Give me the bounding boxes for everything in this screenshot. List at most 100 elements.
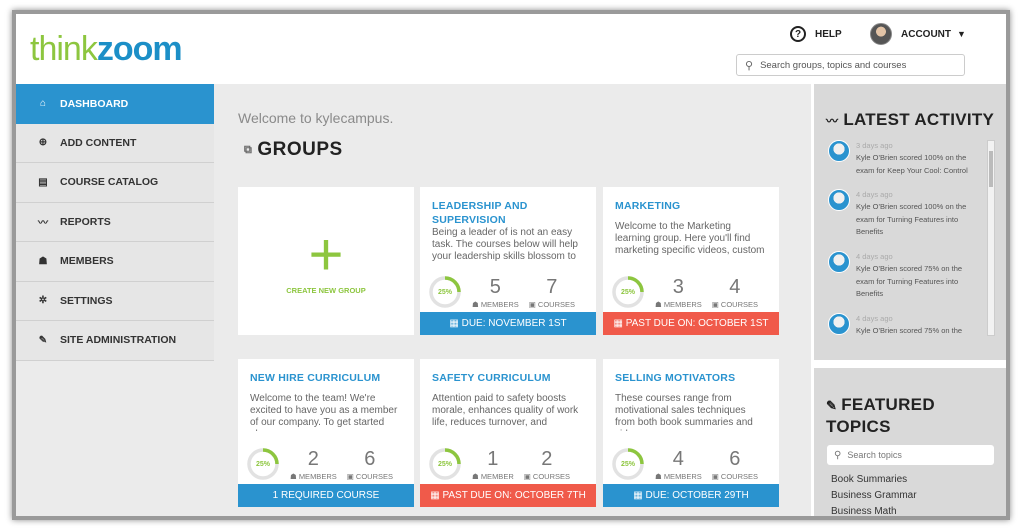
activity-line: Kyle O'Brien scored 100% on the — [856, 202, 967, 212]
logo-area[interactable]: thinkzoom — [16, 14, 214, 84]
topic-link[interactable]: Business Math — [831, 506, 897, 516]
chart-icon: 〰 — [38, 218, 48, 230]
sidebar-item-members[interactable]: ☗ MEMBERS — [16, 242, 214, 282]
featured-topics-heading: ✎ FEATURED TOPICS — [826, 394, 935, 438]
progress-donut: 25% — [428, 447, 462, 481]
activity-line[interactable]: exam for Turning Features into — [856, 276, 962, 288]
progress-donut: 25% — [246, 447, 280, 481]
activity-item: 4 days ago Kyle O'Brien scored 75% on th… — [828, 313, 988, 338]
group-card[interactable]: LEADERSHIP AND SUPERVISION Being a leade… — [420, 187, 596, 335]
group-title[interactable]: MARKETING — [615, 199, 770, 213]
gear-icon: ✲ — [38, 295, 48, 307]
member-count-value: 2 — [307, 448, 319, 470]
course-count: 7 ▣ COURSES — [529, 277, 575, 309]
user-avatar — [828, 251, 850, 273]
activity-icon: 〰 — [826, 113, 839, 128]
sidebar-item-label: COURSE CATALOG — [60, 176, 159, 189]
due-date-text: PAST DUE ON: OCTOBER 7TH — [442, 490, 586, 501]
activity-text: 3 days ago Kyle O'Brien scored 100% on t… — [856, 140, 968, 177]
global-search-input[interactable]: ⚲ Search groups, topics and courses — [736, 54, 965, 76]
activity-item: 4 days ago Kyle O'Brien scored 75% on th… — [828, 251, 988, 301]
sidebar-item-label: SETTINGS — [60, 294, 113, 307]
sidebar-item-dashboard[interactable]: ⌂ DASHBOARD — [16, 84, 214, 124]
course-count: 2 ▣ COURSES — [524, 449, 570, 481]
scrollbar-thumb[interactable] — [989, 151, 993, 187]
course-count-label: ▣ COURSES — [523, 472, 570, 481]
sidebar-item-course-catalog[interactable]: ▤ COURSE CATALOG — [16, 163, 214, 203]
progress-donut: 25% — [611, 275, 645, 309]
calendar-icon: ▦ — [613, 318, 626, 329]
activity-line[interactable]: Benefits — [856, 288, 962, 300]
course-count-value: 6 — [729, 448, 741, 470]
group-card[interactable]: SAFETY CURRICULUM Attention paid to safe… — [420, 359, 596, 507]
group-card[interactable]: MARKETING Welcome to the Marketing learn… — [603, 187, 779, 335]
global-search-placeholder: Search groups, topics and courses — [760, 59, 907, 71]
courses-text: COURSES — [355, 472, 393, 481]
course-count-label: ▣ COURSES — [528, 300, 575, 309]
member-count-label: ☗ MEMBERS — [655, 300, 702, 309]
activity-scrollbar[interactable] — [987, 140, 995, 336]
activity-text: 4 days ago Kyle O'Brien scored 100% on t… — [856, 189, 966, 239]
panel-separator — [814, 360, 1006, 368]
member-count-label: ☗ MEMBERS — [655, 472, 702, 481]
group-description: Welcome to the team! We're excited to ha… — [250, 393, 398, 431]
search-icon: ⚲ — [745, 59, 754, 72]
sidebar-item-label: REPORTS — [60, 215, 111, 228]
help-button[interactable]: ? HELP — [790, 26, 842, 42]
progress-value: 25% — [620, 460, 635, 468]
group-description: These courses range from motivational sa… — [615, 393, 753, 431]
member-count-label: ☗ MEMBER — [472, 472, 514, 481]
thinkzoom-logo[interactable]: thinkzoom — [30, 32, 183, 66]
sidebar-item-reports[interactable]: 〰 REPORTS — [16, 202, 214, 242]
due-date-bar[interactable]: ▦ PAST DUE ON: OCTOBER 1ST — [603, 312, 779, 335]
group-title[interactable]: LEADERSHIP AND SUPERVISION — [432, 199, 587, 227]
member-count: 1 ☗ MEMBER — [472, 449, 514, 481]
group-stats: 25% 4 ☗ MEMBERS 6 ▣ COURSES — [611, 441, 777, 481]
group-card[interactable]: NEW HIRE CURRICULUM Welcome to the team!… — [238, 359, 414, 507]
group-title[interactable]: SAFETY CURRICULUM — [432, 371, 587, 385]
member-count-label: ☗ MEMBERS — [290, 472, 337, 481]
group-card[interactable]: SELLING MOTIVATORS These courses range f… — [603, 359, 779, 507]
course-count-value: 2 — [541, 448, 553, 470]
sidebar-item-settings[interactable]: ✲ SETTINGS — [16, 281, 214, 321]
activity-line[interactable]: Benefits — [856, 226, 966, 238]
calendar-icon: ▦ — [633, 490, 646, 501]
create-group-card[interactable]: + CREATE NEW GROUP — [238, 187, 414, 335]
member-count-value: 3 — [672, 276, 684, 298]
calendar-icon: ▦ — [430, 490, 443, 501]
member-count-value: 5 — [489, 276, 501, 298]
sidebar-item-site-administration[interactable]: ✎ SITE ADMINISTRATION — [16, 321, 214, 361]
member-count-label: ☗ MEMBERS — [472, 300, 519, 309]
due-date-bar[interactable]: ▦ PAST DUE ON: OCTOBER 7TH — [420, 484, 596, 507]
required-course-text: 1 REQUIRED COURSE — [272, 490, 380, 501]
topic-search-input[interactable]: ⚲ Search topics — [827, 445, 994, 465]
caret-down-icon: ▼ — [957, 29, 966, 39]
due-date-bar[interactable]: ▦ DUE: OCTOBER 29TH — [603, 484, 779, 507]
member-count: 3 ☗ MEMBERS — [655, 277, 702, 309]
topic-link[interactable]: Book Summaries — [831, 474, 907, 485]
group-title[interactable]: NEW HIRE CURRICULUM — [250, 371, 405, 385]
sidebar-item-label: SITE ADMINISTRATION — [60, 334, 177, 347]
app-window: thinkzoom ⌂ DASHBOARD ⊕ ADD CONTENT ▤ CO… — [12, 10, 1010, 520]
course-count-label: ▣ COURSES — [346, 472, 393, 481]
pin-icon: ✎ — [826, 398, 838, 413]
top-header: ? HELP ACCOUNT ▼ ⚲ Search groups, topics… — [214, 14, 1006, 84]
activity-line[interactable]: exam for Turning Features into — [856, 214, 966, 226]
group-description: Being a leader of is not an easy task. T… — [432, 227, 578, 262]
courses-text: COURSES — [720, 472, 758, 481]
featured-title-line1: FEATURED — [841, 395, 935, 414]
progress-value: 25% — [437, 460, 452, 468]
required-course-bar[interactable]: 1 REQUIRED COURSE — [238, 484, 414, 507]
activity-text: 4 days ago Kyle O'Brien scored 75% on th… — [856, 313, 962, 338]
member-count-value: 1 — [487, 448, 499, 470]
group-stats: 25% 5 ☗ MEMBERS 7 ▣ COURSES — [428, 269, 594, 309]
due-date-bar[interactable]: ▦ DUE: NOVEMBER 1ST — [420, 312, 596, 335]
activity-line[interactable]: exam for Keep Your Cool: Control — [856, 165, 968, 177]
group-title[interactable]: SELLING MOTIVATORS — [615, 371, 770, 385]
sidebar-item-add-content[interactable]: ⊕ ADD CONTENT — [16, 123, 214, 163]
activity-item: 4 days ago Kyle O'Brien scored 100% on t… — [828, 189, 988, 239]
topic-link[interactable]: Business Grammar — [831, 490, 917, 501]
activity-text: 4 days ago Kyle O'Brien scored 75% on th… — [856, 251, 962, 301]
help-icon: ? — [790, 26, 806, 42]
account-menu[interactable]: ACCOUNT ▼ — [870, 23, 966, 45]
